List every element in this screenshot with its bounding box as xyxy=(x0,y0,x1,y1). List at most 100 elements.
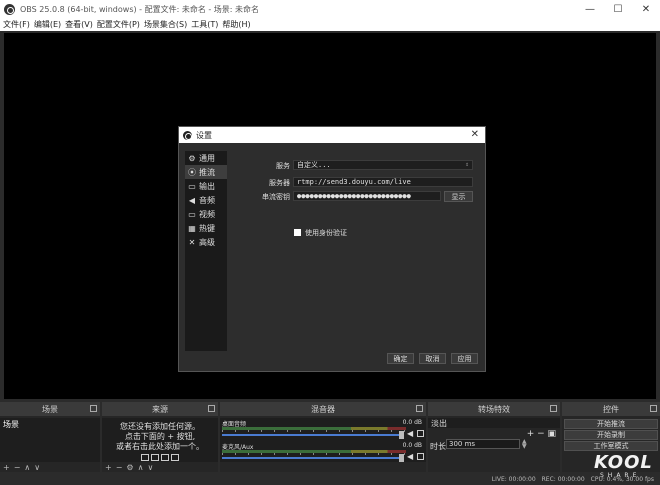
menu-edit[interactable]: 编辑(E) xyxy=(34,19,61,30)
sources-list[interactable]: 您还没有添加任何源。 点击下面的 + 按钮, 或者右击此处添加一个。 xyxy=(102,418,218,462)
undock-icon[interactable] xyxy=(550,405,557,412)
duration-input[interactable]: 300 ms xyxy=(446,439,520,449)
controls-dock-title: 控件 xyxy=(603,404,619,414)
dialog-close-button[interactable]: ✕ xyxy=(471,129,479,140)
speaker-icon[interactable]: ◀ xyxy=(407,430,414,438)
maximize-button[interactable]: ☐ xyxy=(604,0,632,18)
move-source-up-button[interactable]: ∧ xyxy=(138,463,144,472)
sources-dock-title: 来源 xyxy=(152,404,168,414)
menu-help[interactable]: 帮助(H) xyxy=(222,19,250,30)
volume-slider[interactable] xyxy=(222,457,402,459)
transition-add-remove-buttons[interactable]: + − ▣ xyxy=(527,429,556,439)
transitions-body: 淡出 + − ▣ 时长 300 ms ▲ ▼ xyxy=(428,418,560,462)
obs-logo-icon xyxy=(4,3,15,15)
scene-item[interactable]: 场景 xyxy=(0,418,100,431)
nav-label: 音频 xyxy=(199,195,215,205)
menu-bar: 文件(F) 编辑(E) 查看(V) 配置文件(P) 场景集合(S) 工具(T) … xyxy=(0,18,660,31)
service-select[interactable]: 自定义... ⇕ xyxy=(293,160,473,170)
source-properties-button[interactable]: ⚙ xyxy=(126,463,133,472)
volume-slider-handle[interactable] xyxy=(399,454,404,462)
remove-source-button[interactable]: − xyxy=(116,463,123,472)
mixer-body: 桌面音频 0.0 dB ◀ 麦克风/Aux 0.0 dB ◀ xyxy=(220,418,426,462)
dialog-title: 设置 xyxy=(196,130,212,140)
nav-advanced[interactable]: ✕ 高级 xyxy=(185,235,227,249)
tools-icon: ✕ xyxy=(188,237,196,247)
volume-slider[interactable] xyxy=(222,434,402,436)
obs-window: OBS 25.0.8 (64-bit, windows) - 配置文件: 未命名… xyxy=(0,0,660,485)
menu-view[interactable]: 查看(V) xyxy=(65,19,93,30)
undock-icon[interactable] xyxy=(416,405,423,412)
nav-general[interactable]: ⚙ 通用 xyxy=(185,151,227,165)
stream-key-label: 串流密钥 xyxy=(262,193,290,201)
minimize-button[interactable]: — xyxy=(576,0,604,18)
mixer-dock-header: 混音器 xyxy=(220,402,426,416)
menu-profile[interactable]: 配置文件(P) xyxy=(97,19,140,30)
use-auth-checkbox[interactable] xyxy=(294,229,301,236)
apply-button[interactable]: 应用 xyxy=(451,353,478,364)
show-key-button[interactable]: 显示 xyxy=(444,191,473,202)
duration-spinner[interactable]: ▲ ▼ xyxy=(522,439,527,450)
start-recording-button[interactable]: 开始录制 xyxy=(564,430,658,440)
menu-scene-collection[interactable]: 场景集合(S) xyxy=(144,19,187,30)
remove-scene-button[interactable]: − xyxy=(14,463,21,472)
chevron-down-icon: ⇕ xyxy=(465,161,469,168)
transitions-dock: 转场特效 淡出 + − ▣ 时长 300 ms ▲ ▼ xyxy=(428,402,560,472)
transitions-dock-title: 转场特效 xyxy=(478,404,510,414)
start-streaming-button[interactable]: 开始推流 xyxy=(564,419,658,429)
speaker-icon[interactable]: ◀ xyxy=(407,453,414,461)
close-window-button[interactable]: ✕ xyxy=(632,0,660,18)
settings-dialog: 设置 ✕ ⚙ 通用 ⦿ 推流 ▭ 输出 ◀ 音频 ▭ 视频 ▦ 热键 ✕ 高级 … xyxy=(178,126,486,372)
studio-mode-button[interactable]: 工作室模式 xyxy=(564,441,658,451)
display-source-icon xyxy=(151,454,159,461)
ok-button[interactable]: 确定 xyxy=(387,353,414,364)
nav-stream[interactable]: ⦿ 推流 xyxy=(185,165,227,179)
menu-tools[interactable]: 工具(T) xyxy=(191,19,218,30)
scenes-dock-title: 场景 xyxy=(42,404,58,414)
volume-slider-handle[interactable] xyxy=(399,431,404,439)
transition-select[interactable]: 淡出 xyxy=(428,418,560,428)
hint-line: 您还没有添加任何源。 xyxy=(120,422,200,431)
nav-audio[interactable]: ◀ 音频 xyxy=(185,193,227,207)
move-source-down-button[interactable]: ∨ xyxy=(147,463,153,472)
controls-dock-header: 控件 xyxy=(562,402,660,416)
nav-output[interactable]: ▭ 输出 xyxy=(185,179,227,193)
add-scene-button[interactable]: + xyxy=(3,463,10,472)
obs-logo-icon xyxy=(183,130,192,140)
scenes-list[interactable]: 场景 xyxy=(0,418,100,462)
nav-hotkeys[interactable]: ▦ 热键 xyxy=(185,221,227,235)
sources-empty-hint: 您还没有添加任何源。 点击下面的 + 按钮, 或者右击此处添加一个。 xyxy=(102,422,218,452)
live-status: LIVE: 00:00:00 xyxy=(491,476,536,483)
menu-file[interactable]: 文件(F) xyxy=(3,19,30,30)
server-input[interactable]: rtmp://send3.douyu.com/live xyxy=(293,177,473,187)
use-auth-label: 使用身份验证 xyxy=(305,229,347,237)
status-bar: LIVE: 00:00:00 REC: 00:00:00 CPU: 0.4%, … xyxy=(0,474,660,485)
dialog-title-bar: 设置 ✕ xyxy=(179,127,485,143)
channel-settings-icon[interactable] xyxy=(417,453,424,460)
nav-label: 通用 xyxy=(199,153,215,163)
move-scene-down-button[interactable]: ∨ xyxy=(34,463,40,472)
service-value: 自定义... xyxy=(297,161,331,169)
sources-dock: 来源 您还没有添加任何源。 点击下面的 + 按钮, 或者右击此处添加一个。 + xyxy=(102,402,218,472)
nav-video[interactable]: ▭ 视频 xyxy=(185,207,227,221)
hint-line: 点击下面的 + 按钮, xyxy=(124,432,196,441)
undock-icon[interactable] xyxy=(650,405,657,412)
rec-status: REC: 00:00:00 xyxy=(541,476,585,483)
add-source-button[interactable]: + xyxy=(105,463,112,472)
scenes-toolbar: + − ∧ ∨ xyxy=(0,462,100,472)
dock-area: 场景 场景 + − ∧ ∨ 来源 您还没有添加任何源。 点击下面的 + 按钮, … xyxy=(0,402,660,472)
broadcast-icon: ⦿ xyxy=(188,167,196,177)
output-icon: ▭ xyxy=(188,181,196,191)
gear-icon: ⚙ xyxy=(188,153,196,163)
duration-label: 时长 xyxy=(430,442,446,451)
undock-icon[interactable] xyxy=(90,405,97,412)
move-scene-up-button[interactable]: ∧ xyxy=(24,463,30,472)
stream-key-input[interactable]: ●●●●●●●●●●●●●●●●●●●●●●●●●●● xyxy=(293,191,441,201)
mixer-dock-title: 混音器 xyxy=(311,404,335,414)
meter-ticks xyxy=(222,453,406,455)
undock-icon[interactable] xyxy=(208,405,215,412)
hint-line: 或者右击此处添加一个。 xyxy=(116,442,204,451)
watermark-small-text: SHARE xyxy=(600,472,641,479)
cancel-button[interactable]: 取消 xyxy=(419,353,446,364)
nav-label: 推流 xyxy=(199,167,215,177)
channel-settings-icon[interactable] xyxy=(417,430,424,437)
